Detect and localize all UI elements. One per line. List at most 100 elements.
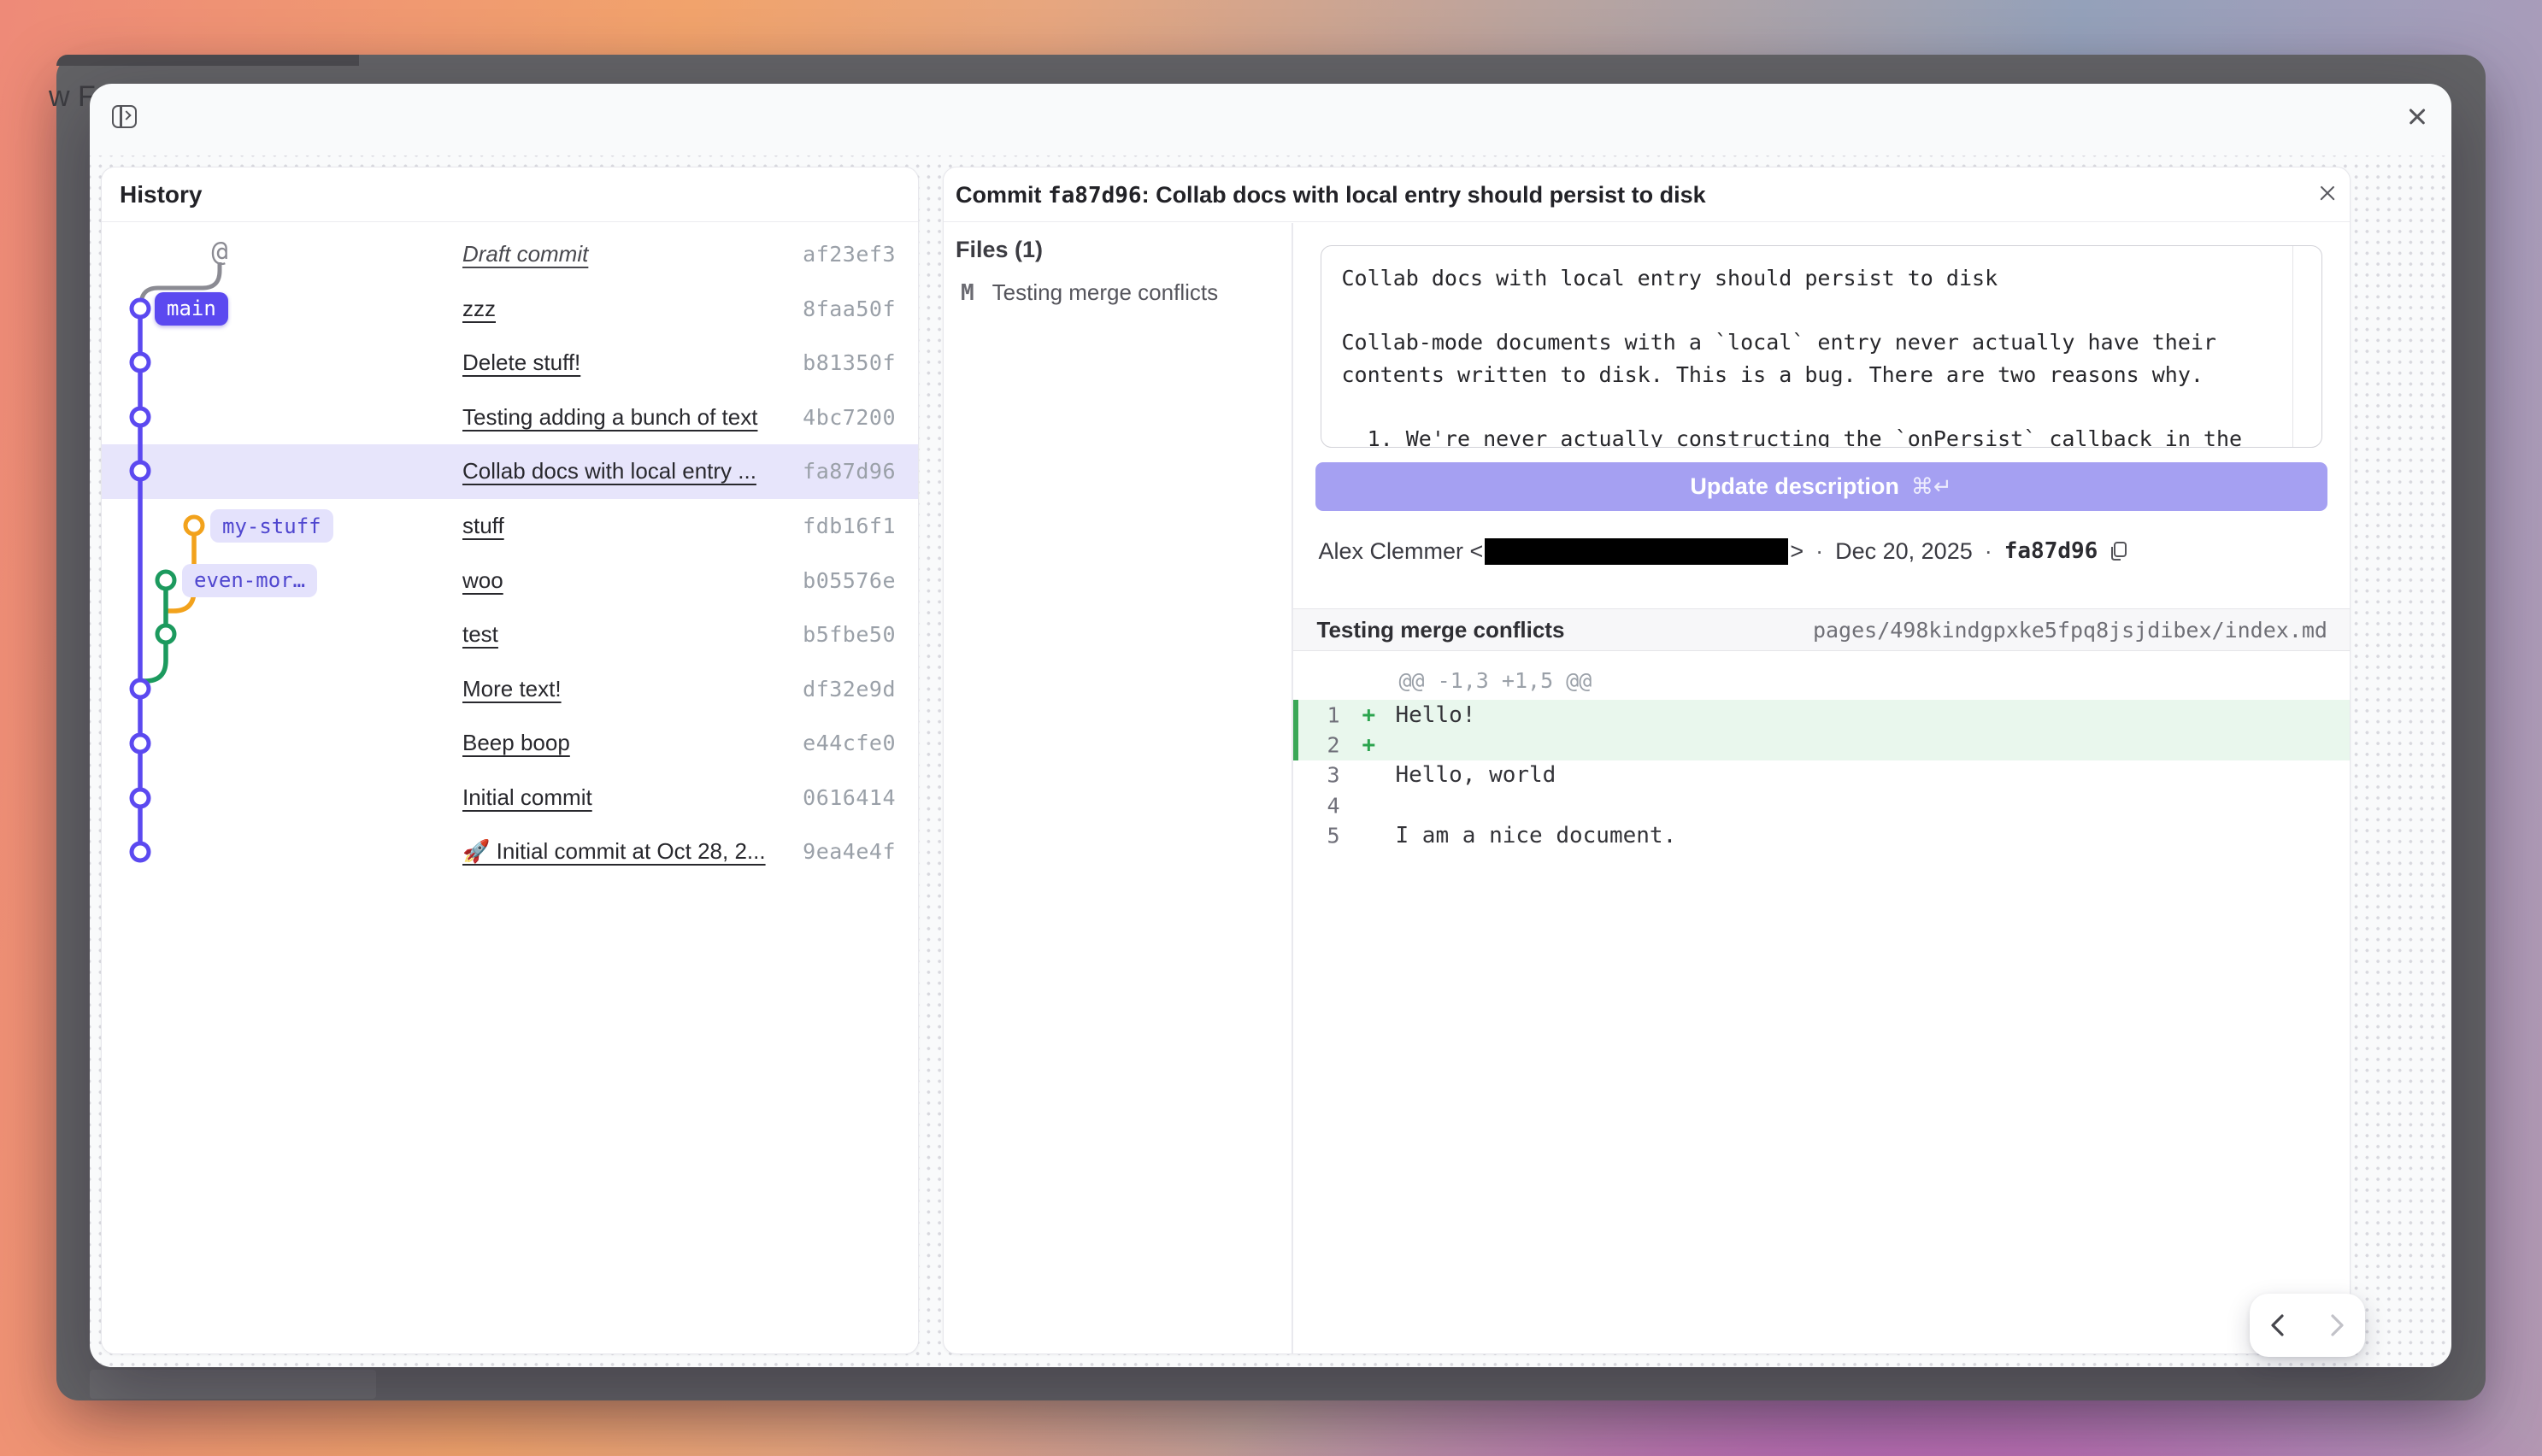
description-line: contents written to disk. This is a bug.…	[1342, 359, 2270, 391]
commit-hash: 0616414	[803, 785, 896, 810]
description-line	[1342, 390, 2270, 423]
commit-hash: 4bc7200	[803, 405, 896, 430]
commit-date: Dec 20, 2025	[1835, 538, 1973, 565]
commit-message-link[interactable]: More text!	[462, 676, 562, 702]
commit-hash: e44cfe0	[803, 731, 896, 755]
history-header: History	[102, 167, 918, 222]
description-line: Collab docs with local entry should pers…	[1342, 262, 2270, 295]
description-editor[interactable]: Collab docs with local entry should pers…	[1321, 245, 2322, 448]
sidebar-toggle-divider	[120, 107, 122, 126]
commit-row[interactable]: 🚀 Initial commit at Oct 28, 2... 9ea4e4f	[102, 825, 918, 879]
branch-badge-main[interactable]: main	[155, 292, 228, 326]
next-commit-button[interactable]	[2323, 1312, 2349, 1338]
separator-dot: ·	[1815, 538, 1823, 565]
diff-file-path: pages/498kindgpxke5fpq8jsjdibex/index.md	[1813, 618, 2327, 643]
file-name: Testing merge conflicts	[992, 279, 1218, 306]
previous-commit-button[interactable]	[2266, 1312, 2292, 1338]
commit-hash: fa87d96	[2004, 538, 2098, 564]
description-scrollbar-gutter[interactable]	[2292, 246, 2294, 447]
close-icon[interactable]	[2408, 108, 2427, 126]
commit-row[interactable]: Delete stuff! b81350f	[102, 336, 918, 390]
background-partial-text: w F	[49, 80, 96, 114]
commit-message-link[interactable]: Collab docs with local entry ...	[462, 458, 756, 484]
commit-row[interactable]: Collab docs with local entry ... fa87d96	[102, 444, 918, 499]
diff-line-number: 5	[1293, 823, 1340, 848]
diff-line-number: 3	[1293, 763, 1340, 788]
diff-line: 3 Hello, world	[1293, 760, 2351, 790]
commit-row[interactable]: Beep boop e44cfe0	[102, 716, 918, 771]
diff-code-text: Hello!	[1396, 702, 1476, 728]
commit-message-link[interactable]: Testing adding a bunch of text	[462, 404, 757, 431]
update-description-label: Update description	[1690, 473, 1899, 500]
diff-line: 5 I am a nice document.	[1293, 820, 2351, 850]
commit-detail-title: Commit fa87d96: Collab docs with local e…	[956, 182, 1706, 208]
commit-row[interactable]: Draft commit af23ef3	[102, 227, 918, 282]
diff-file-title: Testing merge conflicts	[1317, 617, 1565, 643]
commit-row[interactable]: test b5fbe50	[102, 608, 918, 662]
shortcut-hint: ⌘↵	[1911, 473, 1952, 500]
branch-badge-my-stuff[interactable]: my-stuff	[210, 509, 333, 543]
diff-line-number: 4	[1293, 793, 1340, 818]
copy-icon[interactable]	[2108, 540, 2130, 562]
separator-dot: ·	[1985, 538, 1992, 565]
modal-toolbar	[90, 84, 2451, 156]
close-icon[interactable]	[2319, 185, 2336, 202]
diff-file-header: Testing merge conflicts pages/498kindgpx…	[1293, 608, 2351, 651]
history-panel: History @	[101, 167, 919, 1354]
files-header: Files (1)	[956, 237, 1043, 263]
commit-message-link[interactable]: stuff	[462, 513, 504, 539]
author-row: Alex Clemmer <> · Dec 20, 2025 · fa87d96	[1319, 536, 2131, 567]
commit-list: @ Draft commitaf23ef3zzz8faa50fmainDe	[102, 223, 918, 1353]
commit-hash: b81350f	[803, 350, 896, 375]
update-description-button[interactable]: Update description ⌘↵	[1315, 462, 2327, 511]
chevron-right-icon	[121, 110, 131, 120]
commit-message-link[interactable]: zzz	[462, 296, 496, 322]
diff-code-text: Hello, world	[1396, 762, 1556, 788]
commit-title-hash: fa87d96	[1048, 183, 1142, 208]
commit-detail-panel: Commit fa87d96: Collab docs with local e…	[943, 167, 2351, 1354]
file-list-item[interactable]: M Testing merge conflicts	[961, 279, 1218, 306]
window-bottom-strip	[90, 1370, 376, 1399]
commit-hash: df32e9d	[803, 677, 896, 702]
commit-message-link[interactable]: Draft commit	[462, 241, 588, 267]
commit-row[interactable]: Testing adding a bunch of text 4bc7200	[102, 390, 918, 445]
commit-message-link[interactable]: test	[462, 621, 498, 648]
commit-detail-header: Commit fa87d96: Collab docs with local e…	[944, 167, 2350, 222]
description-line: 1. We're never actually constructing the…	[1342, 423, 2270, 449]
description-line: Collab-mode documents with a `local` ent…	[1342, 326, 2270, 359]
window-tab-strip	[56, 55, 359, 66]
description-text: Collab docs with local entry should pers…	[1342, 262, 2270, 448]
sidebar-toggle-icon[interactable]	[112, 105, 137, 128]
commit-hash: b05576e	[803, 568, 896, 593]
redacted-email	[1485, 538, 1788, 565]
commit-detail-body: Files (1) M Testing merge conflicts Coll…	[944, 223, 2350, 1353]
diff-hunk-header: @@ -1,3 +1,5 @@	[1399, 665, 1592, 696]
diff-line-number: 2	[1293, 732, 1340, 757]
commit-row[interactable]: Initial commit 0616414	[102, 771, 918, 825]
commit-hash: fdb16f1	[803, 514, 896, 538]
commit-hash: fa87d96	[803, 459, 896, 484]
diff-line: 2+	[1293, 730, 2351, 760]
commit-title-prefix: Commit	[956, 182, 1048, 208]
commit-row[interactable]: More text! df32e9d	[102, 661, 918, 716]
diff-line-number: 1	[1293, 702, 1340, 727]
author-name: Alex Clemmer	[1319, 538, 1464, 565]
branch-badge-even-mor[interactable]: even-mor…	[182, 564, 317, 597]
diff-added-sign: +	[1362, 702, 1376, 728]
commit-message-link[interactable]: Delete stuff!	[462, 349, 580, 376]
commit-message-link[interactable]: Initial commit	[462, 784, 592, 811]
commit-hash: b5fbe50	[803, 622, 896, 647]
commit-title-rest: : Collab docs with local entry should pe…	[1142, 182, 1706, 208]
history-modal: History @	[90, 84, 2451, 1367]
commit-message-link[interactable]: Beep boop	[462, 730, 570, 756]
email-open-bracket: <	[1470, 538, 1484, 565]
diff-code-text: I am a nice document.	[1396, 823, 1677, 848]
diff-added-sign: +	[1362, 732, 1376, 758]
commit-hash: af23ef3	[803, 242, 896, 267]
commit-hash: 9ea4e4f	[803, 839, 896, 864]
commit-message-link[interactable]: 🚀 Initial commit at Oct 28, 2...	[462, 838, 766, 865]
description-line	[1342, 295, 2270, 327]
pagination-pill	[2250, 1294, 2365, 1357]
commit-message-link[interactable]: woo	[462, 567, 503, 594]
diff-body: @@ -1,3 +1,5 @@ 1+Hello!2+3Hello, world4…	[1293, 651, 2351, 1353]
